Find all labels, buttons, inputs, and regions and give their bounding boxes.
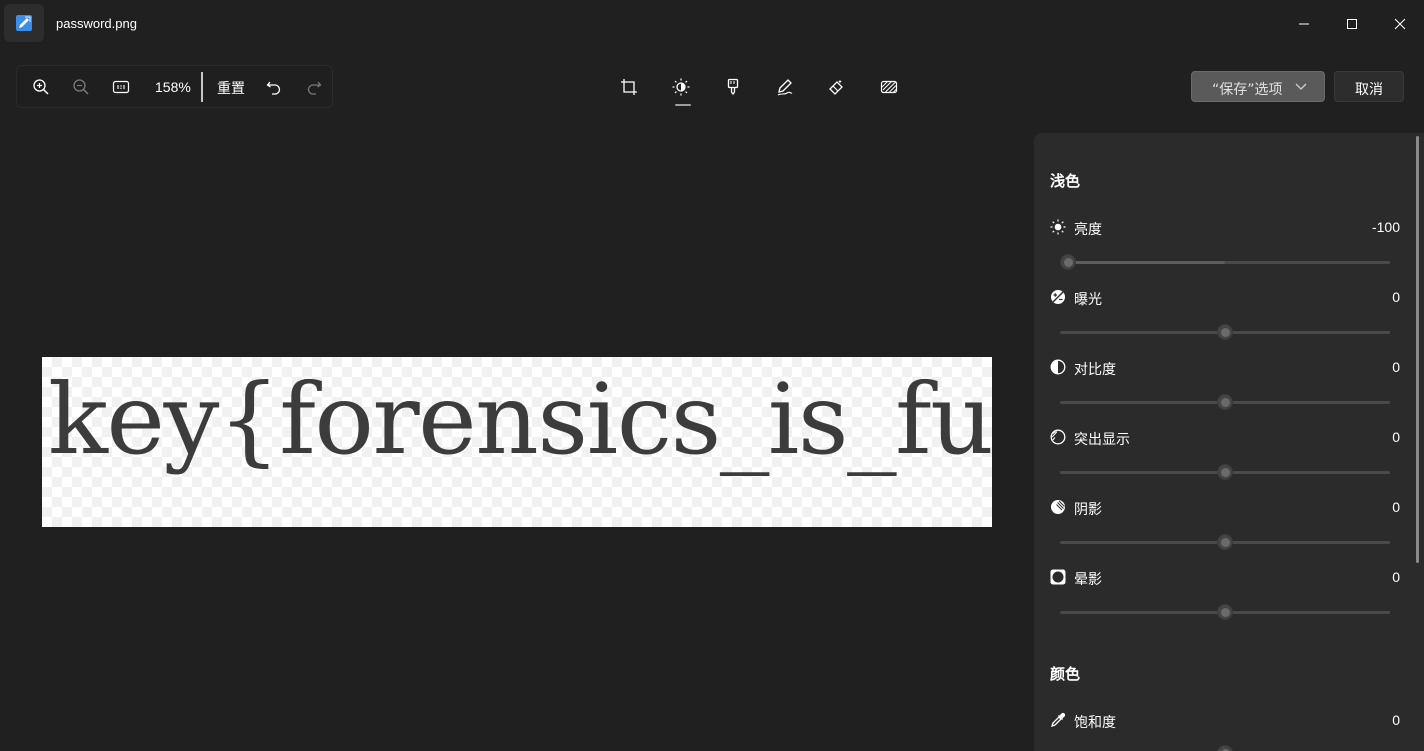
erase-icon	[829, 79, 843, 95]
background-icon	[880, 80, 898, 94]
color-section-title: 颜色	[1050, 665, 1081, 683]
zoom-in-icon	[33, 78, 49, 95]
light-section-title: 浅色	[1050, 172, 1081, 190]
undo-icon	[266, 81, 281, 95]
reset-button[interactable]: 重置	[217, 78, 245, 98]
slider-thumb[interactable]	[1060, 254, 1076, 270]
adjust-icon	[672, 78, 690, 96]
brightness-value: -100	[1371, 219, 1400, 235]
shadows-slider[interactable]	[1060, 534, 1390, 550]
save-options-button[interactable]: “保存”选项	[1191, 71, 1325, 102]
image-content-text: key{forensics_is_fun}	[48, 363, 992, 476]
exposure-label: 曝光	[1074, 292, 1102, 308]
filter-icon	[727, 78, 739, 96]
photos-edit-icon[interactable]	[4, 4, 44, 42]
actual-size-button[interactable]	[107, 66, 135, 107]
slider-fill	[1060, 261, 1225, 264]
highlights-icon	[1049, 428, 1067, 446]
zoom-out-button[interactable]	[67, 66, 95, 107]
shadows-value: 0	[1392, 499, 1400, 515]
saturation-slider[interactable]	[1060, 745, 1390, 751]
window-title: password.png	[56, 16, 137, 31]
shadows-label: 阴影	[1074, 502, 1102, 518]
maximize-button[interactable]	[1328, 0, 1376, 48]
zoom-toolbar: 158% 重置	[16, 65, 333, 108]
highlights-value: 0	[1392, 429, 1400, 445]
chevron-down-icon	[1294, 78, 1308, 98]
slider-thumb[interactable]	[1217, 324, 1233, 340]
markup-tool[interactable]	[767, 70, 803, 104]
actual-size-icon	[112, 80, 130, 93]
saturation-label: 饱和度	[1074, 715, 1116, 731]
close-button[interactable]	[1376, 0, 1424, 48]
highlights-label: 突出显示	[1074, 432, 1130, 448]
redo-icon	[307, 81, 322, 95]
highlights-slider[interactable]	[1060, 464, 1390, 480]
vignette-slider[interactable]	[1060, 604, 1390, 620]
save-options-label: “保存”选项	[1212, 82, 1283, 98]
active-tool-indicator	[675, 104, 691, 106]
contrast-label: 对比度	[1074, 362, 1116, 378]
contrast-icon	[1049, 358, 1067, 376]
zoom-out-icon	[73, 78, 89, 95]
slider-thumb[interactable]	[1217, 745, 1233, 751]
erase-tool[interactable]	[819, 70, 855, 104]
shadows-icon	[1049, 498, 1067, 516]
exposure-slider[interactable]	[1060, 324, 1390, 340]
brightness-slider[interactable]	[1060, 254, 1390, 270]
brightness-label: 亮度	[1074, 222, 1102, 238]
title-bar: password.png	[0, 0, 1424, 48]
crop-icon	[621, 79, 637, 95]
zoom-level[interactable]: 158%	[155, 79, 191, 95]
vignette-icon	[1049, 568, 1067, 586]
filter-tool[interactable]	[715, 70, 751, 104]
contrast-slider[interactable]	[1060, 394, 1390, 410]
undo-button[interactable]	[260, 66, 288, 107]
exposure-value: 0	[1392, 289, 1400, 305]
background-tool[interactable]	[871, 70, 907, 104]
adjust-tool[interactable]	[663, 70, 699, 104]
slider-thumb[interactable]	[1217, 534, 1233, 550]
toolbar-divider	[201, 72, 203, 102]
crop-tool[interactable]	[611, 70, 647, 104]
image-preview[interactable]: key{forensics_is_fun}	[42, 357, 992, 527]
minimize-button[interactable]	[1280, 0, 1328, 48]
contrast-value: 0	[1392, 359, 1400, 375]
saturation-value: 0	[1392, 712, 1400, 728]
minimize-icon	[1299, 23, 1309, 25]
cancel-label: 取消	[1355, 82, 1383, 98]
slider-thumb[interactable]	[1217, 464, 1233, 480]
slider-thumb[interactable]	[1217, 394, 1233, 410]
panel-scrollbar[interactable]	[1416, 136, 1419, 563]
brightness-icon	[1049, 218, 1067, 236]
vignette-value: 0	[1392, 569, 1400, 585]
exposure-icon	[1049, 288, 1067, 306]
redo-button[interactable]	[300, 66, 328, 107]
cancel-button[interactable]: 取消	[1334, 71, 1404, 102]
adjustment-panel: 浅色 亮度 -100 曝光 0 对比度 0 突出显示 0 阴影 0 晕影 0 颜…	[1034, 133, 1424, 751]
close-icon	[1394, 18, 1406, 30]
markup-icon	[777, 79, 793, 96]
vignette-label: 晕影	[1074, 572, 1102, 588]
maximize-icon	[1347, 19, 1357, 29]
slider-thumb[interactable]	[1217, 604, 1233, 620]
zoom-in-button[interactable]	[27, 66, 55, 107]
saturation-icon	[1049, 711, 1067, 729]
